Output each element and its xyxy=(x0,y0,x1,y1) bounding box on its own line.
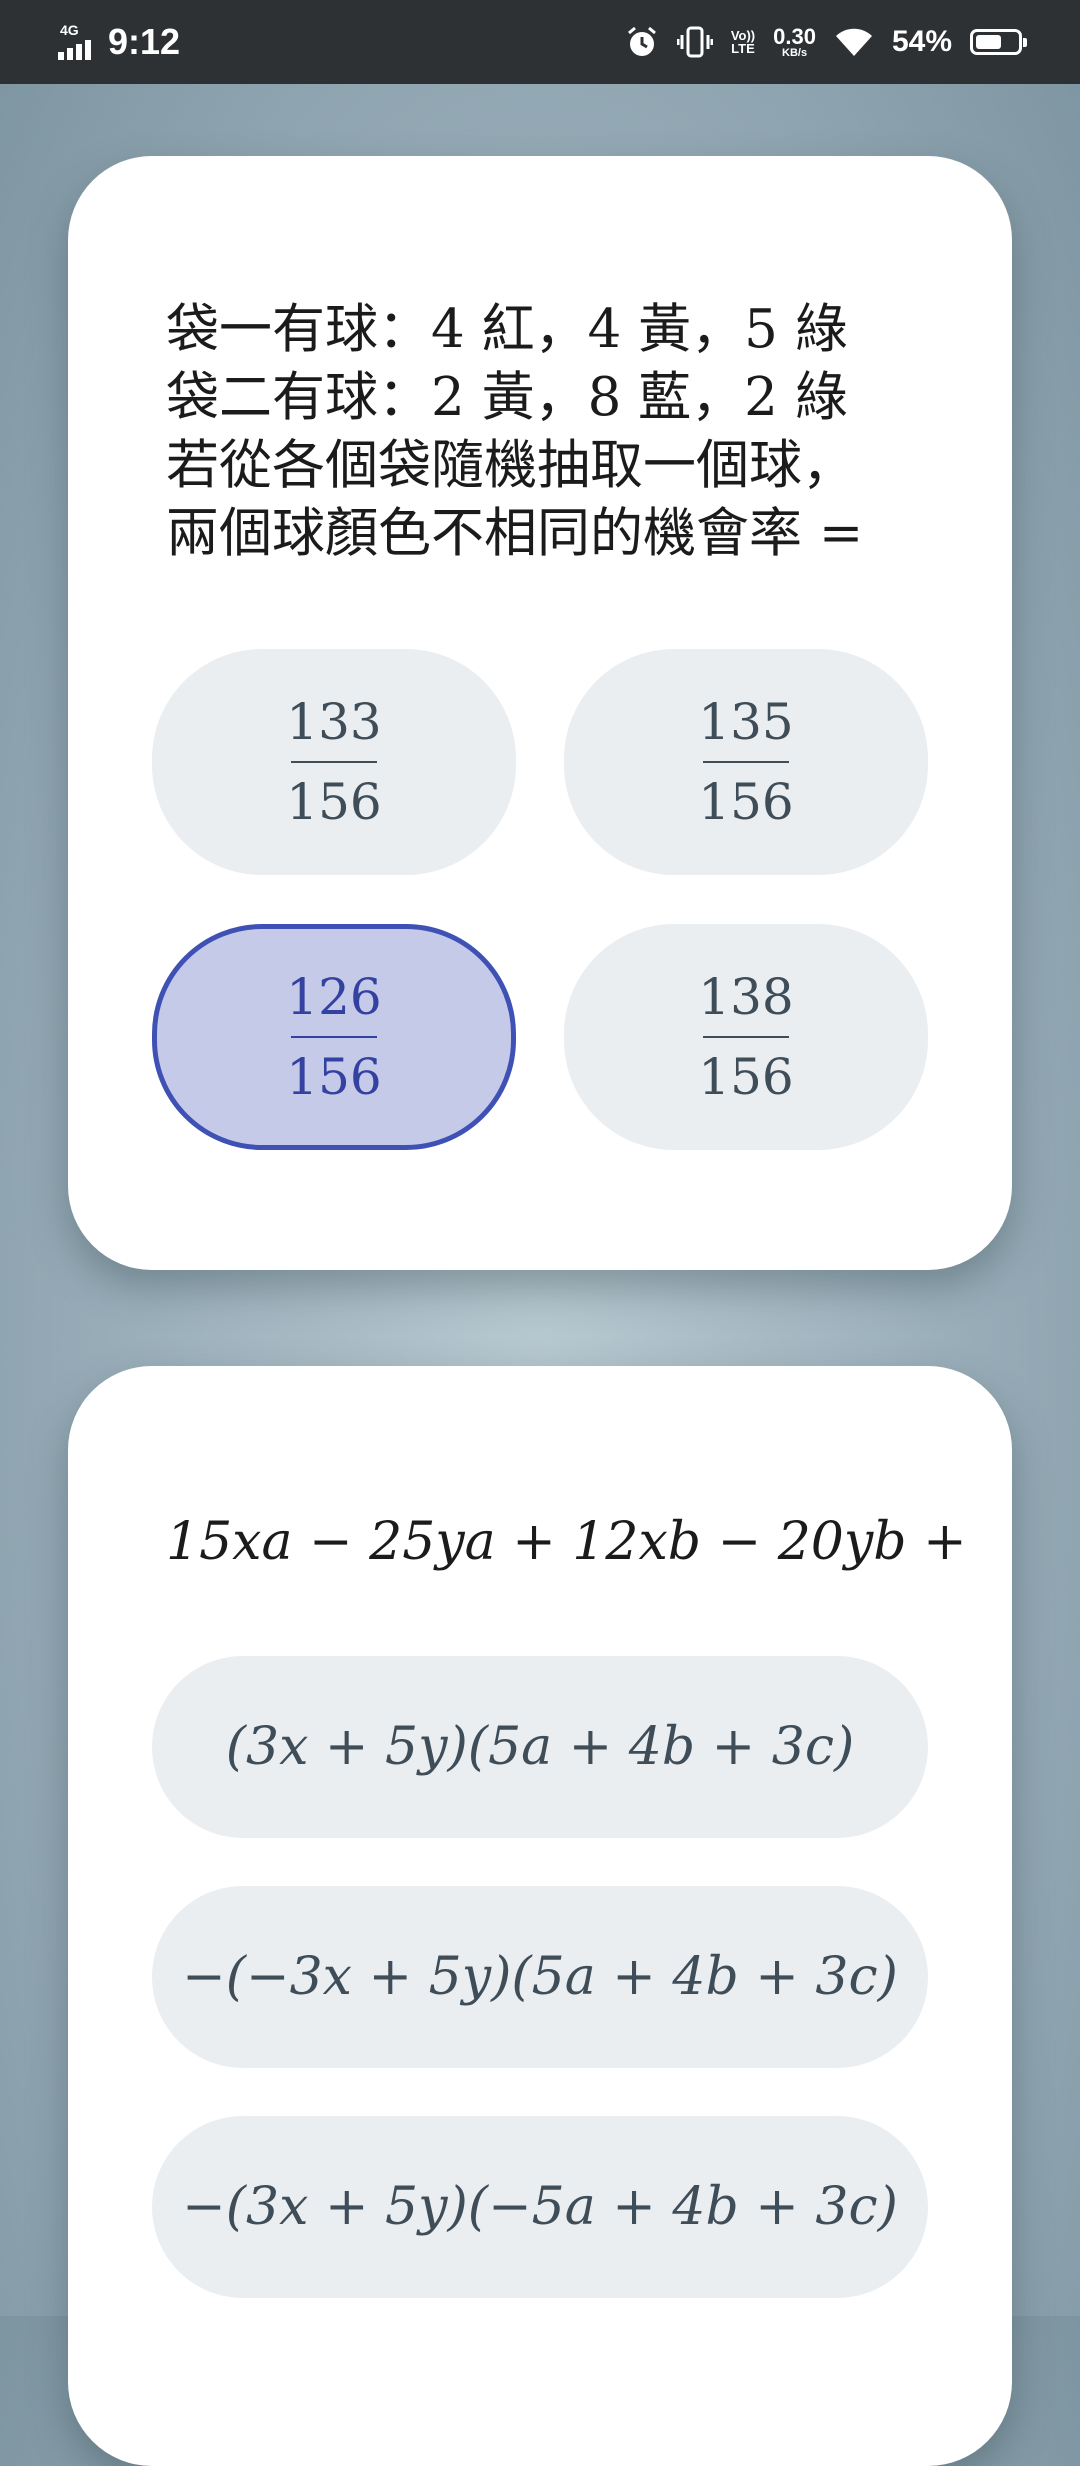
battery-percent: 54% xyxy=(891,25,952,58)
fraction: 135 156 xyxy=(698,693,794,831)
wifi-icon xyxy=(834,26,874,58)
fraction: 138 156 xyxy=(698,968,794,1106)
question-card-factorization: 15xa − 25ya + 12xb − 20yb + (3x + 5y)(5a… xyxy=(68,1366,1012,2466)
question-text: 袋一有球：4 紅，4 黃，5 綠 袋二有球：2 黃，8 藍，2 綠 若從各個袋隨… xyxy=(166,299,864,564)
answer-option-3[interactable]: −(3x + 5y)(−5a + 4b + 3c) xyxy=(152,2116,928,2298)
answer-option-1[interactable]: (3x + 5y)(5a + 4b + 3c) xyxy=(152,1656,928,1838)
answer-option-3-selected[interactable]: 126 156 xyxy=(152,924,516,1150)
status-bar: 4G 9:12 Vo)) LTE 0.30 KB/s 54% xyxy=(0,0,1080,84)
battery-icon xyxy=(970,29,1027,55)
question-text: 15xa − 25ya + 12xb − 20yb + xyxy=(166,1512,967,1572)
volte-indicator: Vo)) LTE xyxy=(730,28,756,56)
alarm-icon xyxy=(625,25,659,59)
answer-option-2[interactable]: 135 156 xyxy=(564,649,928,875)
clock: 9:12 xyxy=(108,21,181,62)
cellular-signal-icon: 4G xyxy=(58,22,98,62)
fraction: 133 156 xyxy=(286,693,382,831)
answer-option-1[interactable]: 133 156 xyxy=(152,649,516,875)
network-type: 4G xyxy=(60,22,79,38)
answer-option-2[interactable]: −(−3x + 5y)(5a + 4b + 3c) xyxy=(152,1886,928,2068)
fraction: 126 156 xyxy=(286,968,382,1106)
question-card-probability: 袋一有球：4 紅，4 黃，5 綠 袋二有球：2 黃，8 藍，2 綠 若從各個袋隨… xyxy=(68,156,1012,1270)
network-speed: 0.30 KB/s xyxy=(773,23,816,59)
answer-option-4[interactable]: 138 156 xyxy=(564,924,928,1150)
vibrate-icon xyxy=(676,25,713,59)
